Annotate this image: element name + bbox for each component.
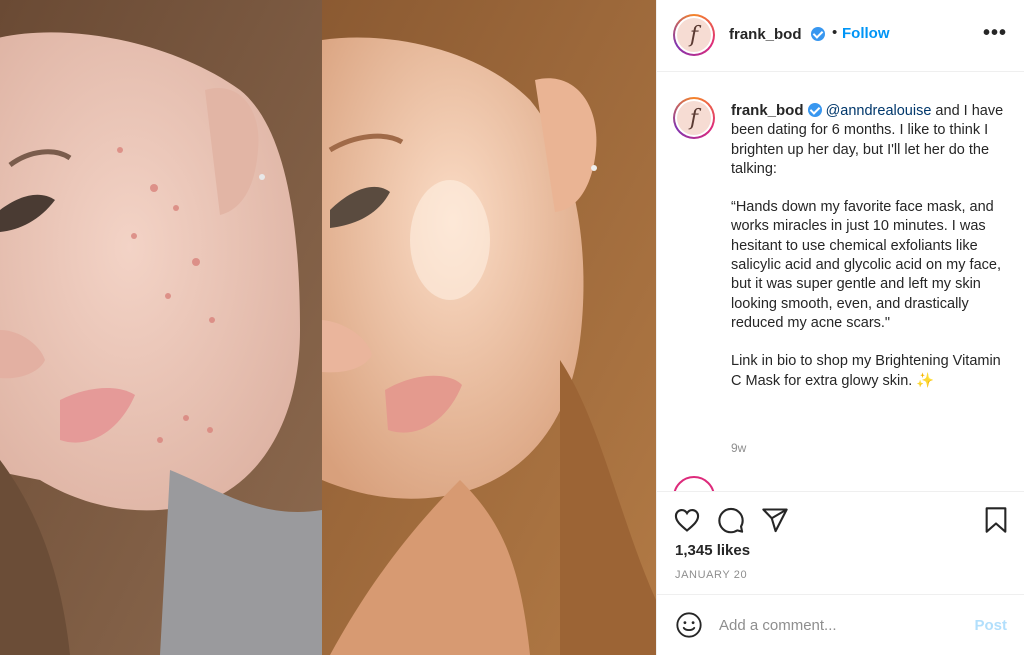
post-header: f frank_bod • Follow ••• — [657, 0, 1024, 72]
avatar-letter: f — [677, 18, 711, 52]
caption-closing: Link in bio to shop my Brightening Vitam… — [731, 353, 1001, 389]
mention-link[interactable]: @anndrealouise — [826, 103, 932, 119]
profile-avatar[interactable]: f — [673, 14, 715, 56]
caption-verified-badge-icon — [807, 103, 822, 117]
before-after-image — [0, 0, 656, 655]
post-photo[interactable] — [0, 0, 656, 655]
follow-button[interactable]: Follow — [842, 25, 890, 42]
next-comment-avatar[interactable] — [673, 476, 715, 491]
comment-bar: Post — [657, 594, 1024, 655]
verified-badge-icon — [811, 27, 825, 41]
before-photo — [0, 0, 322, 655]
share-paper-plane-icon[interactable] — [761, 506, 789, 534]
like-heart-icon[interactable] — [673, 506, 701, 534]
caption-avatar[interactable]: f — [673, 97, 715, 139]
post-date[interactable]: JANUARY 20 — [675, 569, 747, 581]
after-photo — [322, 0, 656, 655]
action-bar: 1,345 likes JANUARY 20 — [657, 491, 1024, 593]
caption-timestamp[interactable]: 9w — [731, 441, 746, 455]
post-panel: f frank_bod • Follow ••• f frank_bod @an… — [656, 0, 1024, 655]
emoji-smiley-icon[interactable] — [675, 611, 703, 639]
comment-bubble-icon[interactable] — [717, 506, 745, 534]
comment-input[interactable] — [719, 613, 959, 637]
caption-avatar-letter: f — [677, 101, 711, 135]
more-options-icon[interactable]: ••• — [983, 22, 1007, 45]
caption-quote: “Hands down my favorite face mask, and w… — [731, 199, 1001, 331]
header-username[interactable]: frank_bod — [729, 26, 802, 43]
caption-area[interactable]: f frank_bod @anndrealouise and I have be… — [657, 73, 1024, 491]
separator-dot: • — [832, 24, 838, 41]
caption-username[interactable]: frank_bod — [731, 102, 804, 119]
caption-text: frank_bod @anndrealouise and I have been… — [731, 101, 1011, 391]
post-comment-button[interactable]: Post — [974, 617, 1007, 634]
likes-count[interactable]: 1,345 likes — [675, 542, 750, 559]
save-bookmark-icon[interactable] — [983, 506, 1009, 534]
